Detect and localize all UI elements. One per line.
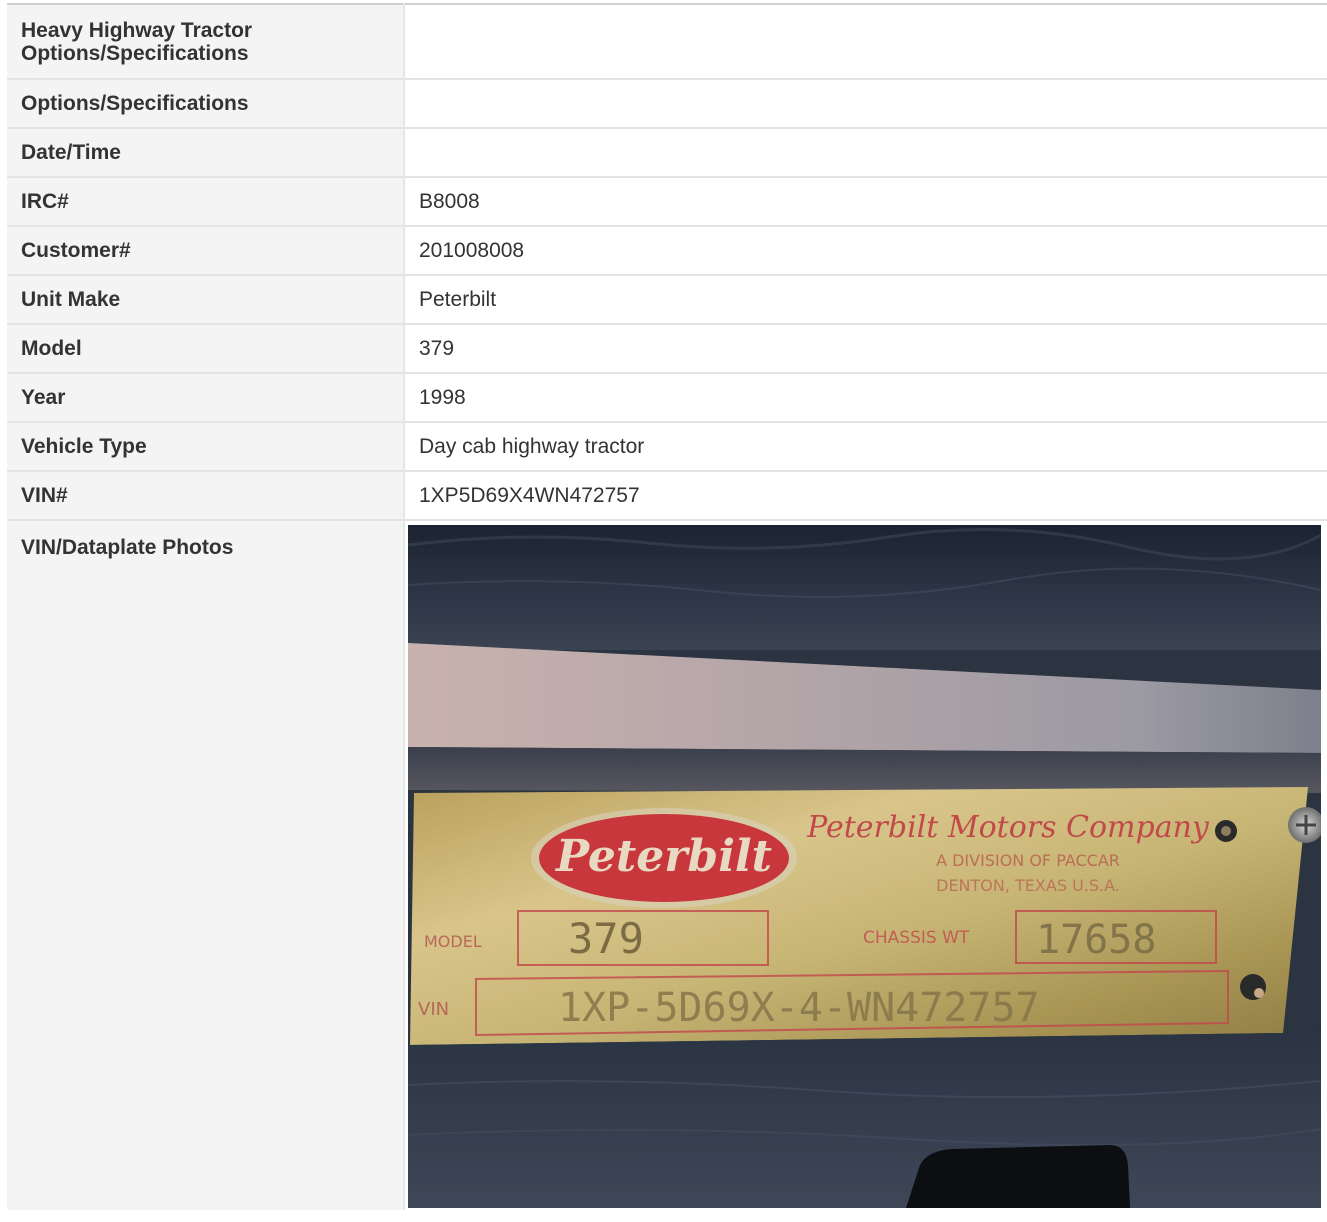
table-row: Date/Time [7, 127, 1327, 177]
row-label: Vehicle Type [7, 421, 405, 471]
table-row: IRC# B8008 [7, 176, 1327, 226]
photo-chassis-label: CHASSIS WT [863, 928, 970, 948]
row-value [404, 127, 1327, 177]
row-value: Day cab highway tractor [404, 421, 1327, 471]
photo-model-value: 379 [568, 914, 644, 963]
row-label: Heavy Highway Tractor Options/Specificat… [7, 3, 405, 79]
row-value: 379 [404, 323, 1327, 373]
row-value: 1998 [404, 372, 1327, 422]
photo-vin-value: 1XP-5D69X-4-WN472757 [558, 985, 1040, 1031]
row-value: 1XP5D69X4WN472757 [404, 470, 1327, 520]
table-row: VIN/Dataplate Photos Peterbilt Peterbilt… [7, 519, 1327, 1210]
row-value [404, 78, 1327, 128]
row-label: Unit Make [7, 274, 405, 324]
photo-logo-text: Peterbilt [554, 831, 772, 882]
row-value: B8008 [404, 176, 1327, 226]
row-label: Date/Time [7, 127, 405, 177]
table-row: Unit Make Peterbilt [7, 274, 1327, 324]
row-label: Year [7, 372, 405, 422]
photo-model-label: MODEL [424, 932, 482, 951]
row-value [404, 3, 1327, 79]
table-row: Model 379 [7, 323, 1327, 373]
row-value: Peterbilt [404, 274, 1327, 324]
row-label: Options/Specifications [7, 78, 405, 128]
row-label: VIN/Dataplate Photos [7, 519, 405, 1210]
row-value: 201008008 [404, 225, 1327, 275]
table-row: Vehicle Type Day cab highway tractor [7, 421, 1327, 471]
photo-vin-label: VIN [418, 999, 449, 1020]
photo-location-text: DENTON, TEXAS U.S.A. [936, 876, 1120, 895]
specifications-table: Heavy Highway Tractor Options/Specificat… [7, 3, 1327, 1210]
photo-division-text: A DIVISION OF PACCAR [936, 851, 1120, 870]
row-label: Model [7, 323, 405, 373]
row-value: Peterbilt Peterbilt Motors Company A DIV… [404, 519, 1327, 1210]
row-label: Customer# [7, 225, 405, 275]
table-row: Heavy Highway Tractor Options/Specificat… [7, 3, 1327, 79]
photo-company-text: Peterbilt Motors Company [806, 810, 1210, 845]
table-row: Customer# 201008008 [7, 225, 1327, 275]
row-label: IRC# [7, 176, 405, 226]
vin-dataplate-photo[interactable]: Peterbilt Peterbilt Motors Company A DIV… [408, 525, 1321, 1208]
photo-chassis-value: 17658 [1036, 917, 1156, 963]
row-label: VIN# [7, 470, 405, 520]
table-row: VIN# 1XP5D69X4WN472757 [7, 470, 1327, 520]
table-row: Options/Specifications [7, 78, 1327, 128]
table-row: Year 1998 [7, 372, 1327, 422]
